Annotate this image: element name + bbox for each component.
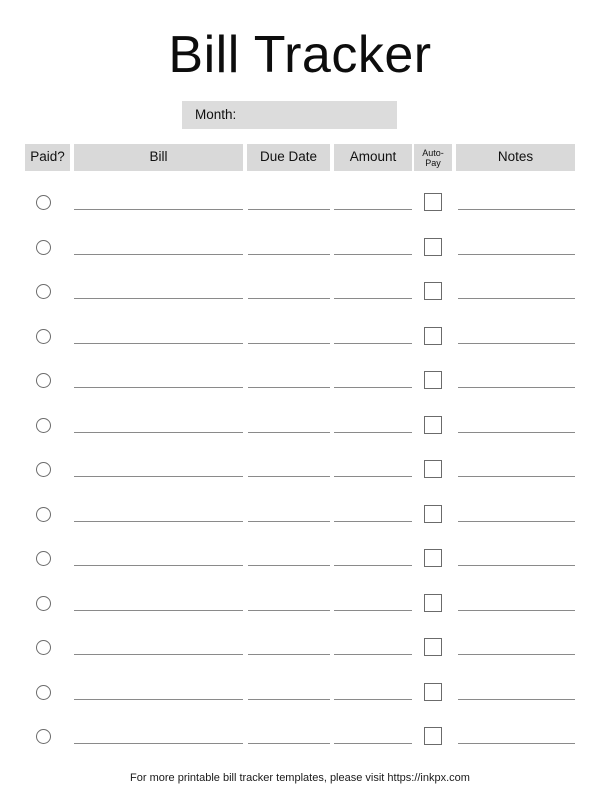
auto-pay-checkbox[interactable] xyxy=(424,371,442,389)
notes-write-line[interactable] xyxy=(458,743,575,744)
notes-write-line[interactable] xyxy=(458,209,575,210)
bill-write-line[interactable] xyxy=(74,654,243,655)
auto-pay-checkbox[interactable] xyxy=(424,193,442,211)
notes-write-line[interactable] xyxy=(458,520,575,522)
paid-radio-circle[interactable] xyxy=(36,595,51,611)
table-row xyxy=(0,371,600,417)
table-body xyxy=(0,0,600,800)
auto-pay-checkbox[interactable] xyxy=(424,638,442,656)
table-row xyxy=(0,549,600,595)
table-row xyxy=(0,682,600,729)
notes-write-line[interactable] xyxy=(458,387,575,388)
amount-write-line[interactable] xyxy=(334,609,412,611)
table-row xyxy=(0,460,600,506)
due-date-write-line[interactable] xyxy=(248,565,330,566)
due-date-write-line[interactable] xyxy=(248,209,330,210)
due-date-write-line[interactable] xyxy=(248,387,330,388)
notes-write-line[interactable] xyxy=(458,342,575,344)
amount-write-line[interactable] xyxy=(334,476,412,477)
amount-write-line[interactable] xyxy=(334,387,412,388)
auto-pay-checkbox[interactable] xyxy=(424,460,442,478)
bill-write-line[interactable] xyxy=(74,565,243,566)
paid-radio-circle[interactable] xyxy=(36,729,51,744)
notes-write-line[interactable] xyxy=(458,298,575,299)
notes-write-line[interactable] xyxy=(458,565,575,566)
paid-radio-circle[interactable] xyxy=(36,684,51,700)
table-row xyxy=(0,193,600,239)
bill-write-line[interactable] xyxy=(74,253,243,255)
notes-write-line[interactable] xyxy=(458,609,575,611)
paid-radio-circle[interactable] xyxy=(36,462,51,477)
bill-write-line[interactable] xyxy=(74,298,243,299)
bill-write-line[interactable] xyxy=(74,342,243,344)
notes-write-line[interactable] xyxy=(458,698,575,700)
bill-write-line[interactable] xyxy=(74,698,243,700)
bill-write-line[interactable] xyxy=(74,743,243,744)
amount-write-line[interactable] xyxy=(334,520,412,522)
bill-write-line[interactable] xyxy=(74,609,243,611)
notes-write-line[interactable] xyxy=(458,476,575,477)
notes-write-line[interactable] xyxy=(458,431,575,433)
table-row xyxy=(0,593,600,640)
auto-pay-checkbox[interactable] xyxy=(424,282,442,300)
amount-write-line[interactable] xyxy=(334,743,412,744)
due-date-write-line[interactable] xyxy=(248,253,330,255)
table-row xyxy=(0,504,600,551)
amount-write-line[interactable] xyxy=(334,565,412,566)
amount-write-line[interactable] xyxy=(334,209,412,210)
notes-write-line[interactable] xyxy=(458,253,575,255)
table-row xyxy=(0,326,600,373)
auto-pay-checkbox[interactable] xyxy=(424,504,442,523)
amount-write-line[interactable] xyxy=(334,342,412,344)
footer-note: For more printable bill tracker template… xyxy=(130,772,470,784)
due-date-write-line[interactable] xyxy=(248,476,330,477)
due-date-write-line[interactable] xyxy=(248,520,330,522)
auto-pay-checkbox[interactable] xyxy=(424,682,442,701)
table-row xyxy=(0,638,600,684)
paid-radio-circle[interactable] xyxy=(36,506,51,522)
amount-write-line[interactable] xyxy=(334,431,412,433)
paid-radio-circle[interactable] xyxy=(36,284,51,299)
paid-radio-circle[interactable] xyxy=(36,417,51,433)
due-date-write-line[interactable] xyxy=(248,654,330,655)
auto-pay-checkbox[interactable] xyxy=(424,727,442,745)
paid-radio-circle[interactable] xyxy=(36,551,51,566)
table-row xyxy=(0,237,600,284)
bill-write-line[interactable] xyxy=(74,209,243,210)
due-date-write-line[interactable] xyxy=(248,698,330,700)
paid-radio-circle[interactable] xyxy=(36,640,51,655)
paid-radio-circle[interactable] xyxy=(36,328,51,344)
due-date-write-line[interactable] xyxy=(248,609,330,611)
bill-write-line[interactable] xyxy=(74,431,243,433)
amount-write-line[interactable] xyxy=(334,698,412,700)
bill-write-line[interactable] xyxy=(74,476,243,477)
auto-pay-checkbox[interactable] xyxy=(424,549,442,567)
due-date-write-line[interactable] xyxy=(248,431,330,433)
auto-pay-checkbox[interactable] xyxy=(424,415,442,434)
bill-write-line[interactable] xyxy=(74,520,243,522)
notes-write-line[interactable] xyxy=(458,654,575,655)
due-date-write-line[interactable] xyxy=(248,743,330,744)
due-date-write-line[interactable] xyxy=(248,298,330,299)
amount-write-line[interactable] xyxy=(334,298,412,299)
auto-pay-checkbox[interactable] xyxy=(424,593,442,612)
bill-write-line[interactable] xyxy=(74,387,243,388)
paid-radio-circle[interactable] xyxy=(36,373,51,388)
bill-tracker-page: Bill Tracker Month: Paid? Bill Due Date … xyxy=(0,0,600,800)
due-date-write-line[interactable] xyxy=(248,342,330,344)
amount-write-line[interactable] xyxy=(334,253,412,255)
auto-pay-checkbox[interactable] xyxy=(424,326,442,345)
table-row xyxy=(0,727,600,773)
auto-pay-checkbox[interactable] xyxy=(424,237,442,256)
table-row xyxy=(0,415,600,462)
table-row xyxy=(0,282,600,328)
paid-radio-circle[interactable] xyxy=(36,239,51,255)
amount-write-line[interactable] xyxy=(334,654,412,655)
paid-radio-circle[interactable] xyxy=(36,195,51,210)
